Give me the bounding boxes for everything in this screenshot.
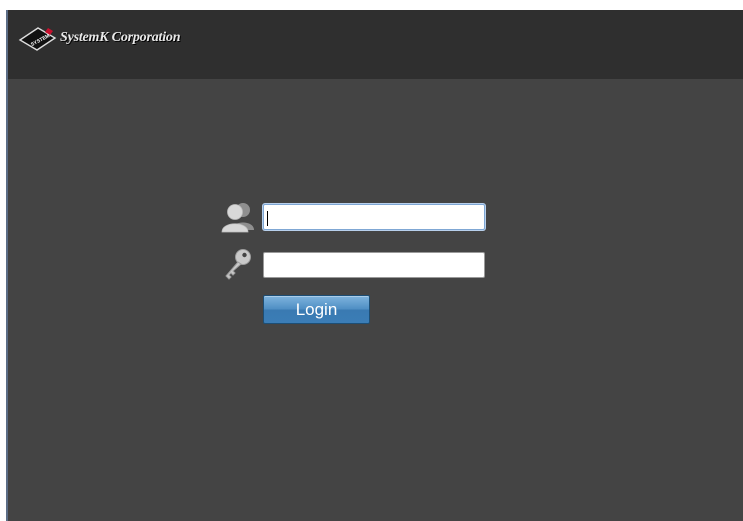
username-input[interactable]	[263, 204, 485, 230]
brand-name: SystemK Corporation	[60, 30, 181, 45]
login-button[interactable]: Login	[263, 295, 370, 324]
key-icon	[225, 249, 251, 280]
password-input[interactable]	[263, 252, 485, 278]
text-cursor	[267, 211, 268, 226]
logo-mark-icon: SYSTEM	[18, 27, 57, 51]
header-bar: SYSTEM SystemK Corporation	[8, 10, 743, 79]
company-logo: SYSTEM SystemK Corporation	[18, 24, 180, 52]
password-row	[218, 248, 498, 280]
username-row	[218, 200, 498, 233]
user-icon	[221, 203, 254, 233]
login-page: SYSTEM SystemK Corporation Login	[6, 10, 743, 521]
